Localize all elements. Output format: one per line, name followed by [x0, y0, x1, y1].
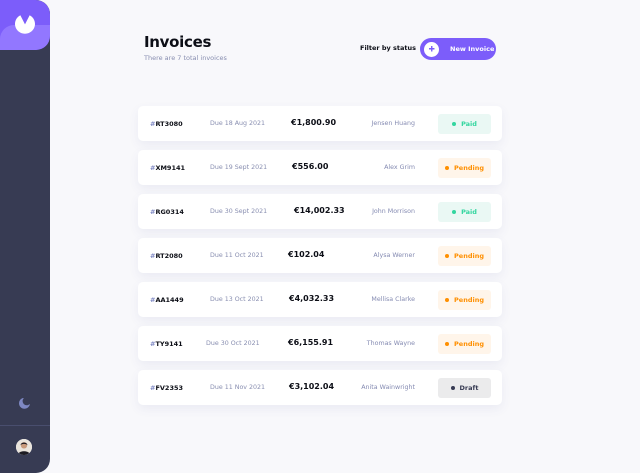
status-badge: Pending [438, 334, 491, 354]
status-dot [452, 122, 457, 126]
invoice-row[interactable]: #RT2080 Due 11 Oct 2021 €102.04 Alysa We… [138, 238, 502, 273]
status-badge: Paid [438, 202, 491, 222]
invoice-client: Jensen Huang [371, 120, 415, 127]
invoice-row[interactable]: #XM9141 Due 19 Sept 2021 €556.00 Alex Gr… [138, 150, 502, 185]
invoice-due-date: Due 18 Aug 2021 [210, 120, 266, 127]
invoice-id: #RG0314 [150, 208, 184, 216]
avatar-icon [16, 439, 32, 455]
invoice-id: #XM9141 [150, 164, 186, 172]
invoice-row[interactable]: #AA1449 Due 13 Oct 2021 €4,032.33 Mellis… [138, 282, 502, 317]
invoice-amount: €6,155.91 [288, 338, 334, 347]
new-invoice-button[interactable]: New Invoice [420, 38, 496, 60]
invoice-count: There are 7 total invoices [144, 54, 227, 62]
avatar[interactable] [16, 439, 32, 455]
invoice-client: Thomas Wayne [366, 340, 415, 347]
moon-icon[interactable] [19, 398, 30, 409]
status-dot [445, 166, 450, 170]
invoice-row[interactable]: #FV2353 Due 11 Nov 2021 €3,102.04 Anita … [138, 370, 502, 405]
sidebar [0, 0, 50, 473]
invoice-row[interactable]: #RT3080 Due 18 Aug 2021 €1,800.90 Jensen… [138, 106, 502, 141]
invoice-client: Alysa Werner [373, 252, 415, 259]
status-badge: Pending [438, 158, 491, 178]
invoice-client: Anita Wainwright [361, 384, 415, 391]
invoice-due-date: Due 11 Nov 2021 [210, 384, 266, 391]
invoice-amount: €556.00 [292, 162, 329, 171]
invoice-id: #AA1449 [150, 296, 184, 304]
status-dot [445, 298, 450, 302]
invoice-id: #RT3080 [150, 120, 183, 128]
invoice-due-date: Due 30 Sept 2021 [210, 208, 268, 215]
invoice-due-date: Due 19 Sept 2021 [210, 164, 268, 171]
invoice-amount: €1,800.90 [291, 118, 337, 127]
logo[interactable] [0, 0, 50, 50]
invoice-row[interactable]: #TY9141 Due 30 Oct 2021 €6,155.91 Thomas… [138, 326, 502, 361]
status-badge: Draft [438, 378, 491, 398]
invoice-amount: €3,102.04 [289, 382, 335, 391]
logo-icon [15, 15, 35, 34]
invoice-due-date: Due 11 Oct 2021 [210, 252, 264, 259]
invoice-id: #TY9141 [150, 340, 183, 348]
invoice-id: #RT2080 [150, 252, 183, 260]
invoice-amount: €102.04 [288, 250, 325, 259]
invoice-row[interactable]: #RG0314 Due 30 Sept 2021 €14,002.33 John… [138, 194, 502, 229]
plus-icon [424, 41, 439, 57]
invoice-client: John Morrison [372, 208, 415, 215]
invoice-client: Mellisa Clarke [371, 296, 415, 303]
page-title: Invoices [144, 33, 212, 51]
filter-label: Filter by status [360, 44, 416, 52]
status-badge: Pending [438, 246, 491, 266]
invoice-amount: €14,002.33 [294, 206, 345, 215]
sidebar-divider [0, 425, 50, 426]
status-badge: Pending [438, 290, 491, 310]
status-dot [450, 386, 455, 390]
invoice-due-date: Due 13 Oct 2021 [210, 296, 264, 303]
new-invoice-label: New Invoice [450, 45, 495, 53]
filter-by-status-dropdown[interactable]: Filter by status [360, 44, 426, 52]
invoice-client: Alex Grim [384, 164, 415, 171]
invoice-id: #FV2353 [150, 384, 184, 392]
invoice-due-date: Due 30 Oct 2021 [206, 340, 260, 347]
status-dot [452, 210, 457, 214]
status-dot [445, 254, 450, 258]
status-dot [445, 342, 450, 346]
status-badge: Paid [438, 114, 491, 134]
invoice-amount: €4,032.33 [289, 294, 335, 303]
